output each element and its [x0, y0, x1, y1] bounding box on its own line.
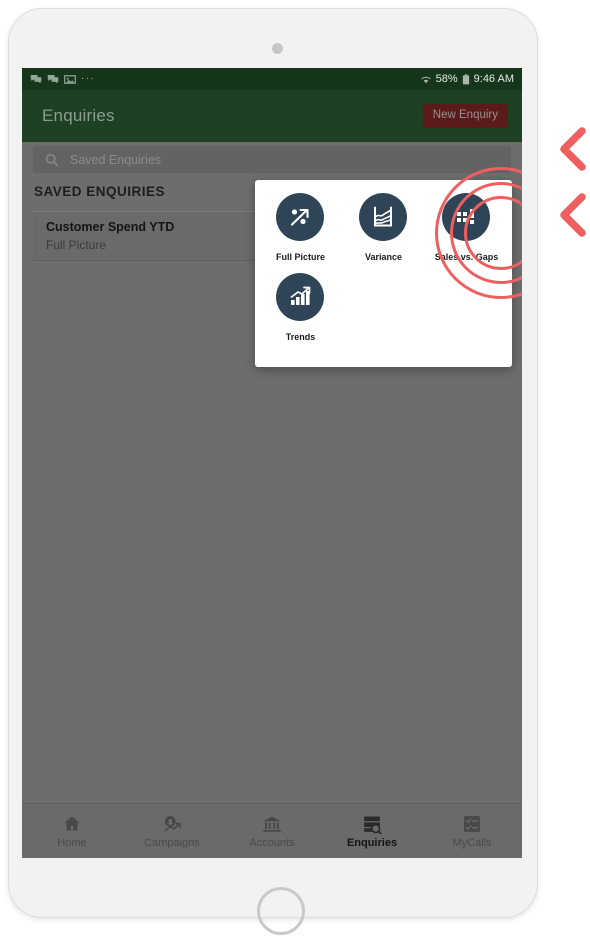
menu-item-label: Variance — [364, 252, 402, 262]
bank-icon — [263, 816, 281, 832]
nav-item-campaigns[interactable]: $ Campaigns — [122, 814, 222, 849]
bar-chart-arrow-icon — [276, 273, 325, 321]
menu-item-full-picture[interactable]: Full Picture — [259, 193, 342, 262]
chat-icon — [30, 74, 42, 83]
home-button[interactable] — [257, 887, 305, 935]
search-input[interactable]: Saved Enquiries — [33, 146, 511, 173]
nav-item-label: Home — [57, 836, 87, 849]
menu-item-sales-vs-gaps[interactable]: Sales vs. Gaps — [425, 193, 508, 262]
status-bar: ··· 58% 9:46 AM — [22, 68, 522, 90]
menu-item-label: Full Picture — [275, 252, 325, 262]
clock: 9:46 AM — [473, 72, 514, 85]
status-overflow: ··· — [81, 73, 96, 84]
chevron-left-icon — [558, 127, 586, 171]
nav-item-label: Campaigns — [144, 836, 200, 849]
home-icon — [64, 816, 80, 831]
battery-percent: 58% — [435, 72, 458, 85]
nav-item-accounts[interactable]: Accounts — [222, 814, 322, 849]
image-icon — [64, 74, 76, 84]
line-chart-icon — [359, 193, 408, 241]
search-placeholder: Saved Enquiries — [70, 152, 162, 167]
wifi-icon — [420, 76, 431, 83]
nav-item-enquiries[interactable]: Enquiries — [322, 814, 422, 849]
chevron-left-icon — [558, 193, 586, 237]
list-item-subtitle: Full Picture — [46, 238, 107, 252]
device-screen: ··· 58% 9:46 AM Enquiries New Enquiry Sa… — [22, 68, 522, 858]
menu-item-label: Trends — [285, 332, 316, 342]
battery-icon — [462, 73, 469, 84]
nav-item-label: MyCalls — [452, 836, 492, 849]
new-enquiry-menu-grid: Full Picture Variance Sales vs. Gaps Tre… — [255, 180, 512, 353]
checklist-icon — [464, 815, 480, 832]
status-bar-right: 58% 9:46 AM — [420, 72, 514, 85]
chat-icon — [47, 74, 59, 83]
nav-item-mycalls[interactable]: MyCalls — [422, 814, 522, 849]
menu-item-label: Sales vs. Gaps — [434, 252, 499, 262]
section-header-saved-enquiries: SAVED ENQUIRIES — [34, 184, 166, 199]
bottom-navigation: Home $ Campaigns Accounts Enquiries MyCa… — [22, 803, 522, 858]
search-icon — [45, 153, 59, 166]
nav-item-label: Enquiries — [346, 836, 398, 849]
new-enquiry-button[interactable]: New Enquiry — [422, 104, 508, 128]
menu-item-variance[interactable]: Variance — [342, 193, 425, 262]
app-bar: Enquiries New Enquiry — [22, 90, 522, 142]
new-enquiry-menu: Full Picture Variance Sales vs. Gaps Tre… — [255, 180, 512, 367]
status-bar-left: ··· — [30, 74, 96, 85]
percent-trend-icon — [276, 193, 325, 241]
search-bar: Saved Enquiries — [22, 142, 522, 176]
front-camera-icon — [272, 43, 283, 54]
svg-text:$: $ — [168, 818, 172, 826]
campaigns-icon: $ — [164, 815, 181, 831]
list-item-title: Customer Spend YTD — [46, 220, 175, 234]
menu-item-trends[interactable]: Trends — [259, 273, 342, 342]
nav-item-label: Accounts — [249, 836, 295, 849]
nav-item-home[interactable]: Home — [22, 814, 122, 849]
bar-grid-icon — [442, 193, 491, 241]
page-title: Enquiries — [42, 106, 115, 125]
enquiries-icon — [364, 816, 382, 834]
screenshot-root: ··· 58% 9:46 AM Enquiries New Enquiry Sa… — [0, 0, 590, 940]
